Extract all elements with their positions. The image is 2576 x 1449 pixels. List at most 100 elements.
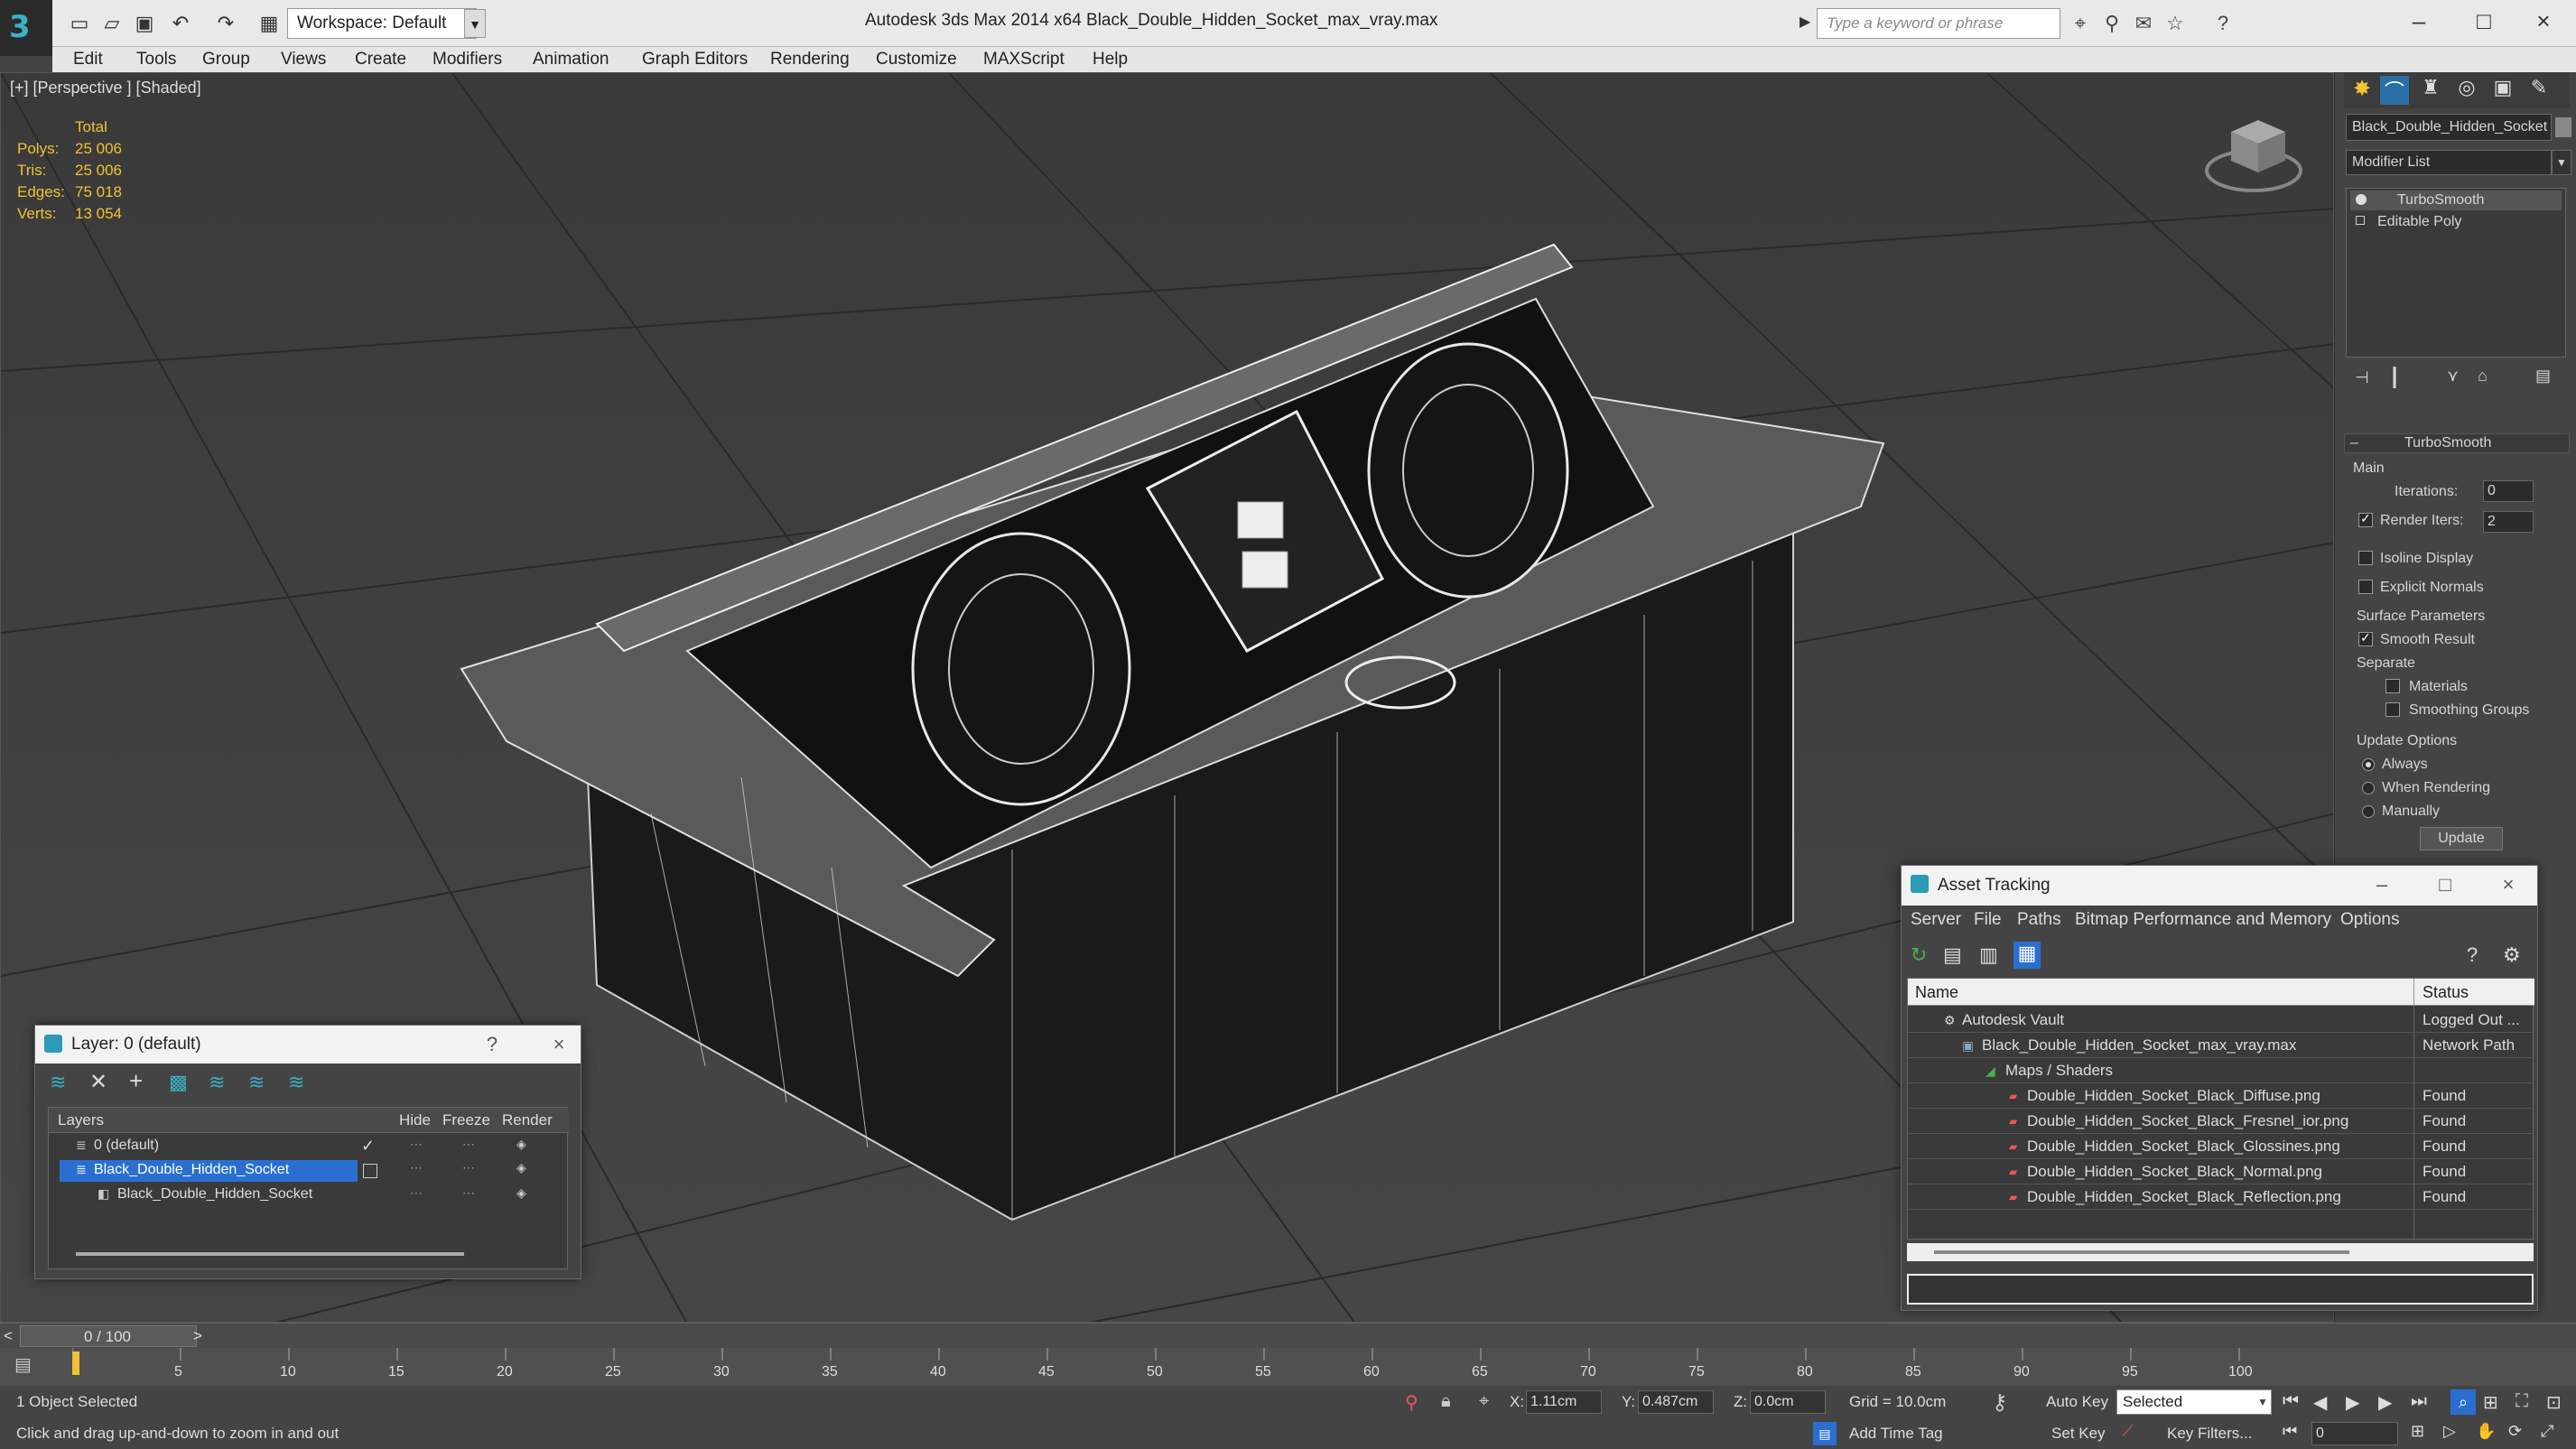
menu-bitmap-performance[interactable]: Bitmap Performance and Memory: [2075, 907, 2331, 933]
select-layer-icon[interactable]: ≋: [209, 1071, 225, 1094]
auto-key-button[interactable]: Auto Key: [2046, 1393, 2108, 1411]
minimize-icon[interactable]: –: [2386, 0, 2451, 42]
smooth-result-checkbox[interactable]: [2358, 630, 2373, 646]
freeze-toggle-icon[interactable]: ⋯: [462, 1160, 475, 1175]
always-radio[interactable]: [2362, 758, 2375, 771]
table-row-selected[interactable]: ≣ Black_Double_Hidden_Socket: [60, 1160, 358, 1182]
key-filters-button[interactable]: Key Filters...: [2167, 1425, 2252, 1443]
table-row[interactable]: ◢ Maps / Shaders: [1908, 1058, 2534, 1083]
close-icon[interactable]: ×: [539, 1026, 579, 1064]
layer-name[interactable]: 0 (default): [94, 1138, 159, 1154]
menu-group[interactable]: Group: [202, 47, 250, 72]
table-row[interactable]: ▰ Double_Hidden_Socket_Black_Fresnel_ior…: [1908, 1109, 2534, 1134]
y-coord-field[interactable]: 0.487cm: [1638, 1390, 1714, 1414]
app-logo-icon[interactable]: 3: [0, 0, 52, 56]
maximize-viewport-icon[interactable]: ⤢: [2541, 1422, 2553, 1441]
column-header-freeze[interactable]: Freeze: [442, 1111, 490, 1129]
hide-toggle-icon[interactable]: ⋯: [410, 1185, 423, 1201]
current-frame-field[interactable]: 0: [2311, 1422, 2398, 1445]
goto-start-icon[interactable]: ⏮: [2283, 1391, 2299, 1412]
hide-all-icon[interactable]: ≋: [288, 1071, 304, 1094]
render-toggle-icon[interactable]: ◈: [516, 1185, 526, 1201]
configure-sets-icon[interactable]: ▤: [2535, 367, 2551, 385]
new-file-icon[interactable]: ▭: [65, 11, 94, 36]
settings-icon[interactable]: ⚙: [2503, 943, 2521, 967]
layer-name[interactable]: Black_Double_Hidden_Socket: [94, 1162, 289, 1178]
menu-customize[interactable]: Customize: [876, 47, 957, 72]
utilities-tab-icon[interactable]: ✎: [2525, 76, 2553, 105]
column-header-render[interactable]: Render: [502, 1111, 553, 1129]
set-current-box-icon[interactable]: [363, 1164, 377, 1178]
asset-path-field[interactable]: [1907, 1274, 2534, 1305]
update-button[interactable]: Update: [2420, 827, 2503, 850]
freeze-toggle-icon[interactable]: ⋯: [462, 1185, 475, 1201]
render-toggle-icon[interactable]: ◈: [516, 1137, 526, 1152]
delete-icon[interactable]: ✕: [89, 1069, 107, 1095]
pin-stack-icon[interactable]: ⊣: [2355, 368, 2369, 387]
time-tag-icon[interactable]: ▤: [1813, 1422, 1837, 1445]
minimize-icon[interactable]: –: [2362, 866, 2402, 904]
list-view-icon[interactable]: ▤: [1943, 943, 1962, 967]
menu-file[interactable]: File: [1974, 907, 2002, 933]
column-header-name[interactable]: Name: [1915, 983, 1958, 1002]
table-row[interactable]: ▣ Black_Double_Hidden_Socket_max_vray.ma…: [1908, 1033, 2534, 1058]
layers-icon[interactable]: ≋: [50, 1071, 66, 1094]
save-icon[interactable]: ▣: [130, 11, 159, 36]
current-layer-check-icon[interactable]: ✓: [361, 1137, 375, 1156]
table-row[interactable]: ◧ Black_Double_Hidden_Socket ⋯ ⋯ ◈: [49, 1184, 569, 1207]
remove-modifier-icon[interactable]: ⌂: [2478, 367, 2488, 385]
goto-end-icon[interactable]: ⏭: [2411, 1391, 2427, 1412]
table-row[interactable]: ▰ Double_Hidden_Socket_Black_Reflection.…: [1908, 1184, 2534, 1210]
subscription-icon[interactable]: ⚲: [2099, 11, 2125, 36]
menu-rendering[interactable]: Rendering: [770, 47, 850, 72]
layer-dialog-title-bar[interactable]: Layer: 0 (default) ? ×: [35, 1026, 581, 1064]
table-row[interactable]: ▰ Double_Hidden_Socket_Black_Glossines.p…: [1908, 1134, 2534, 1159]
workspace-dropdown[interactable]: Workspace: Default: [287, 8, 477, 39]
add-icon[interactable]: +: [129, 1067, 143, 1095]
pan-icon[interactable]: ✋: [2476, 1422, 2496, 1441]
select-objects-icon[interactable]: ▩: [169, 1071, 188, 1094]
object-color-swatch[interactable]: [2555, 117, 2571, 137]
time-next-arrow[interactable]: >: [193, 1327, 202, 1345]
communication-icon[interactable]: ✉: [2131, 11, 2156, 36]
open-file-icon[interactable]: ▱: [98, 11, 126, 36]
table-row[interactable]: ⚙ Autodesk Vault Logged Out ...: [1908, 1008, 2534, 1033]
chevron-down-icon[interactable]: ▼: [2254, 1389, 2272, 1415]
menu-animation[interactable]: Animation: [533, 47, 609, 72]
manually-radio[interactable]: [2362, 805, 2375, 818]
z-coord-field[interactable]: 0.0cm: [1750, 1390, 1826, 1414]
project-folder-icon[interactable]: ▦: [255, 11, 284, 36]
iterations-spinner[interactable]: 0: [2483, 480, 2534, 502]
field-of-view-icon[interactable]: ▷: [2443, 1422, 2456, 1441]
time-slider-thumb[interactable]: 0 / 100: [20, 1325, 197, 1347]
track-bar[interactable]: ▤ 5 10 15 20 25 30 35 40 45 50 55 60 65 …: [0, 1348, 2576, 1386]
isoline-display-checkbox[interactable]: [2358, 551, 2373, 565]
turbosmooth-rollout-header[interactable]: – TurboSmooth: [2344, 433, 2570, 453]
search-input[interactable]: Type a keyword or phrase: [1817, 8, 2060, 39]
hierarchy-tab-icon[interactable]: ♜: [2416, 76, 2445, 105]
thumbnail-view-icon[interactable]: ▥: [1979, 943, 1998, 967]
menu-paths[interactable]: Paths: [2017, 907, 2061, 933]
expand-icon[interactable]: [2356, 216, 2365, 225]
menu-server[interactable]: Server: [1911, 907, 1961, 933]
asset-tracking-title-bar[interactable]: Asset Tracking – □ ×: [1902, 866, 2537, 906]
table-row[interactable]: ≣ 0 (default) ✓ ⋯ ⋯ ◈: [49, 1135, 569, 1158]
column-header-hide[interactable]: Hide: [399, 1111, 431, 1129]
chevron-down-icon[interactable]: ▼: [464, 9, 486, 38]
table-row[interactable]: ▰ Double_Hidden_Socket_Black_Normal.png …: [1908, 1159, 2534, 1184]
table-row[interactable]: ▰ Double_Hidden_Socket_Black_Diffuse.png…: [1908, 1083, 2534, 1109]
menu-create[interactable]: Create: [355, 47, 406, 72]
modifier-list-dropdown[interactable]: Modifier List: [2346, 150, 2552, 175]
smoothing-groups-checkbox[interactable]: [2385, 702, 2400, 717]
menu-maxscript[interactable]: MAXScript: [983, 47, 1065, 72]
freeze-toggle-icon[interactable]: ⋯: [462, 1137, 475, 1152]
key-icon[interactable]: ⚷: [1992, 1389, 2008, 1416]
set-key-icon[interactable]: ⟋: [2122, 1422, 2134, 1441]
chevron-down-icon[interactable]: ▼: [2552, 150, 2571, 175]
refresh-icon[interactable]: ↻: [1911, 943, 1927, 967]
next-frame-icon[interactable]: ▶: [2378, 1391, 2392, 1414]
create-tab-icon[interactable]: ✸: [2348, 76, 2376, 105]
x-coord-field[interactable]: 1.11cm: [1526, 1390, 1602, 1414]
maximize-icon[interactable]: □: [2425, 866, 2465, 904]
help-icon[interactable]: ?: [2210, 11, 2236, 36]
